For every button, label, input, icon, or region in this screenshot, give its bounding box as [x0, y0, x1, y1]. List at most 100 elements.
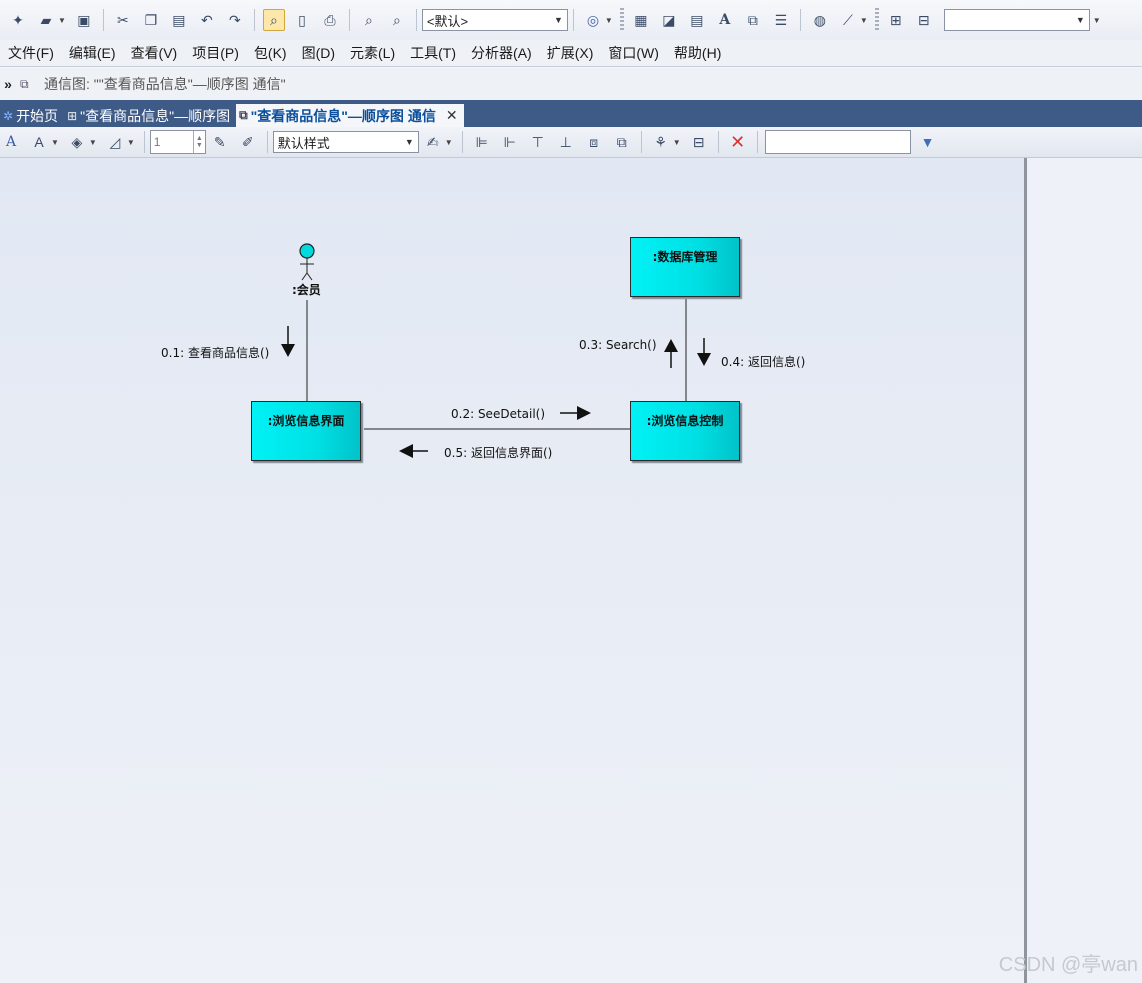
- align-top-icon[interactable]: ⊤: [527, 131, 549, 153]
- chevron-down-icon[interactable]: ▼: [58, 16, 66, 25]
- menu-bar: 文件(F) 编辑(E) 查看(V) 项目(P) 包(K) 图(D) 元素(L) …: [0, 40, 1142, 67]
- undo-icon[interactable]: ↶: [196, 9, 218, 31]
- paint-brush-icon[interactable]: ✎: [209, 131, 231, 153]
- menu-view[interactable]: 查看(V): [123, 40, 185, 66]
- text-icon[interactable]: A: [714, 9, 736, 31]
- breadcrumb: » ⧉ 通信图: ""查看商品信息"—顺序图 通信": [0, 68, 1142, 100]
- menu-package[interactable]: 包(K): [246, 40, 294, 66]
- redo-icon[interactable]: ↷: [224, 9, 246, 31]
- filter-icon[interactable]: ▼: [917, 131, 939, 153]
- tab-sequence-diagram[interactable]: ⊞ "查看商品信息"—顺序图: [64, 104, 236, 127]
- zoom-page-icon[interactable]: ⌕: [262, 9, 285, 31]
- message-label[interactable]: 0.3: Search(): [579, 338, 657, 352]
- new-icon[interactable]: ✦: [7, 9, 29, 31]
- toolbar-grip[interactable]: [619, 8, 624, 32]
- globe-icon[interactable]: ◍: [809, 9, 831, 31]
- chevron-down-icon[interactable]: ▼: [673, 138, 681, 147]
- help-icon[interactable]: ◎: [582, 9, 604, 31]
- chevron-down-icon[interactable]: ▼: [196, 142, 203, 149]
- tab-communication-diagram[interactable]: ⧉ "查看商品信息"—顺序图 通信 ✕: [236, 104, 464, 127]
- toolbar-separator: [348, 9, 350, 31]
- diagram-properties-icon[interactable]: ⊟: [688, 131, 710, 153]
- find-icon[interactable]: ⌕: [358, 9, 380, 31]
- message-label[interactable]: 0.5: 返回信息界面(): [444, 444, 552, 461]
- chevron-up-icon[interactable]: ▲: [196, 135, 203, 142]
- chevron-down-icon[interactable]: ▼: [445, 138, 453, 147]
- align-right-icon[interactable]: ⊩: [499, 131, 521, 153]
- sequence-diagram-icon: ⊞: [67, 108, 78, 123]
- actor-label[interactable]: :会员: [292, 281, 321, 298]
- layout-tree-icon[interactable]: ⚘: [650, 131, 672, 153]
- breadcrumb-text: 通信图: ""查看商品信息"—顺序图 通信": [44, 76, 286, 92]
- toolbar-separator: [143, 131, 145, 153]
- node-browse-ui[interactable]: :浏览信息界面: [251, 401, 361, 461]
- message-label[interactable]: 0.1: 查看商品信息(): [161, 344, 269, 361]
- delete-icon[interactable]: ✕: [727, 131, 749, 153]
- line-width-stepper[interactable]: 1 ▲ ▼: [149, 130, 206, 154]
- side-panel: [1027, 158, 1142, 983]
- actor-stick-figure[interactable]: [299, 243, 315, 281]
- open-folder-icon[interactable]: ▰: [35, 9, 57, 31]
- layout-icon[interactable]: ⊞: [885, 9, 907, 31]
- new-element-icon[interactable]: ▦: [630, 9, 652, 31]
- apply-style-icon[interactable]: ✍: [422, 131, 444, 153]
- workspace-select[interactable]: ▼: [943, 9, 1090, 31]
- diagram-canvas[interactable]: :会员 :数据库管理 :浏览信息界面 :浏览信息控制 0.1: 查看商品信息()…: [0, 158, 1024, 983]
- connector-icon[interactable]: ⟋: [837, 9, 859, 31]
- menu-edit[interactable]: 编辑(E): [61, 40, 123, 66]
- chevron-down-icon[interactable]: ▼: [51, 138, 59, 147]
- menu-window[interactable]: 窗口(W): [601, 40, 667, 66]
- tab-label: "查看商品信息"—顺序图 通信: [250, 107, 436, 124]
- hyperlink-icon[interactable]: ⧉: [742, 9, 764, 31]
- message-label[interactable]: 0.2: SeeDetail(): [451, 407, 545, 421]
- eyedropper-icon[interactable]: ✐: [237, 131, 259, 153]
- main-toolbar: ✦ ▰ ▼ ▣ ✂ ❐ ▤ ↶ ↷ ⌕ ▯ ⎙ ⌕ ⌕ <默认> ▼ ◎ ▼ ▦ ◪…: [0, 0, 1142, 40]
- same-height-icon[interactable]: ⧉: [611, 131, 633, 153]
- close-icon[interactable]: ✕: [446, 107, 458, 124]
- chevron-down-icon[interactable]: ▼: [860, 16, 868, 25]
- paste-icon[interactable]: ▤: [168, 9, 190, 31]
- line-width-value: 1: [153, 135, 161, 149]
- fill-color-icon[interactable]: ◈: [66, 131, 88, 153]
- list-icon[interactable]: ☰: [770, 9, 792, 31]
- menu-analyzer[interactable]: 分析器(A): [464, 40, 540, 66]
- diagram-connectors: [281, 243, 711, 458]
- style-select[interactable]: 默认样式 ▼: [272, 131, 419, 153]
- perspective-select[interactable]: <默认> ▼: [421, 9, 568, 31]
- document-icon[interactable]: ▤: [686, 9, 708, 31]
- save-icon[interactable]: ▣: [73, 9, 95, 31]
- print-icon[interactable]: ⎙: [319, 9, 341, 31]
- chevron-down-icon[interactable]: ▼: [605, 16, 613, 25]
- chevron-down-icon[interactable]: ▼: [1093, 16, 1101, 25]
- font-icon[interactable]: A: [0, 131, 22, 153]
- align-left-icon[interactable]: ⊫: [471, 131, 493, 153]
- message-arrow-up: [664, 339, 678, 368]
- menu-diagram[interactable]: 图(D): [294, 40, 342, 66]
- message-label[interactable]: 0.4: 返回信息(): [721, 353, 805, 370]
- cut-icon[interactable]: ✂: [112, 9, 134, 31]
- menu-help[interactable]: 帮助(H): [666, 40, 728, 66]
- page-icon[interactable]: ▯: [291, 9, 313, 31]
- chevron-down-icon[interactable]: ▼: [127, 138, 135, 147]
- chevron-down-icon[interactable]: ▼: [89, 138, 97, 147]
- menu-element[interactable]: 元素(L): [343, 40, 403, 66]
- tab-start-page[interactable]: ✲ 开始页: [0, 104, 64, 127]
- menu-file[interactable]: 文件(F): [1, 40, 62, 66]
- menu-tools[interactable]: 工具(T): [403, 40, 464, 66]
- menu-project[interactable]: 项目(P): [185, 40, 247, 66]
- style-select-value: 默认样式: [277, 135, 330, 151]
- same-width-icon[interactable]: ⧈: [583, 131, 605, 153]
- node-browse-control[interactable]: :浏览信息控制: [630, 401, 740, 461]
- expand-chevron-icon[interactable]: »: [0, 76, 16, 92]
- align-bottom-icon[interactable]: ⊥: [555, 131, 577, 153]
- note-icon[interactable]: ◪: [658, 9, 680, 31]
- find-in-document-icon[interactable]: ⌕: [386, 9, 408, 31]
- properties-icon[interactable]: ⊟: [913, 9, 935, 31]
- toolbar-grip[interactable]: [874, 8, 879, 32]
- menu-extensions[interactable]: 扩展(X): [539, 40, 601, 66]
- copy-icon[interactable]: ❐: [140, 9, 162, 31]
- line-color-icon[interactable]: ◿: [104, 131, 126, 153]
- font-color-icon[interactable]: A: [28, 131, 50, 153]
- node-database-manager[interactable]: :数据库管理: [630, 237, 740, 297]
- filter-search-input[interactable]: [764, 130, 911, 154]
